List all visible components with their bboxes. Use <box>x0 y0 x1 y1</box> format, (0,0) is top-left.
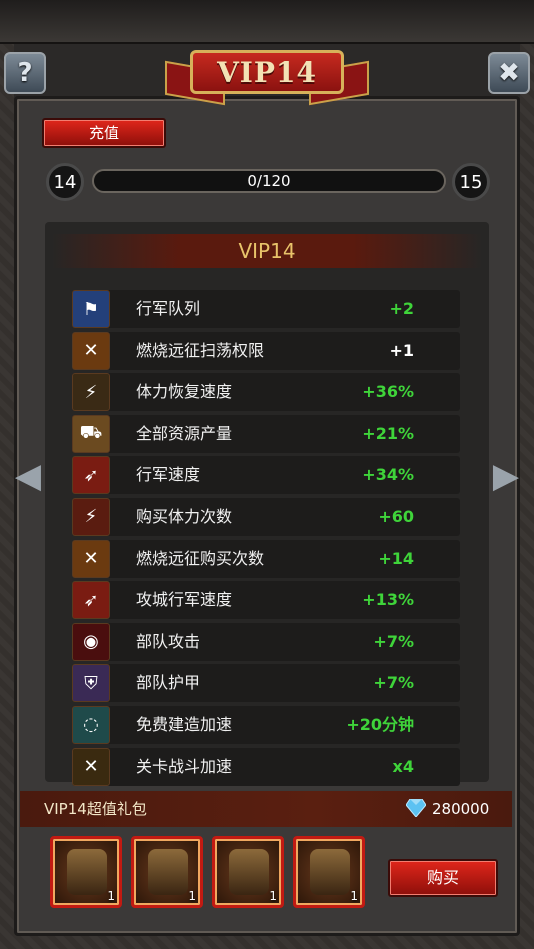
diamond-icon <box>406 799 426 817</box>
privilege-label: 燃烧远征扫荡权限 <box>136 340 265 360</box>
privilege-value: +2 <box>389 299 414 318</box>
build-speedup-icon: ◌ <box>72 705 110 744</box>
privilege-row: ➶ 行军速度 +34% <box>72 456 460 495</box>
gift-price: 280000 <box>432 800 490 818</box>
privilege-value: +14 <box>378 548 414 568</box>
privilege-row: ⛨ 部队护甲 +7% <box>72 664 460 703</box>
gift-bar: VIP14超值礼包 280000 <box>20 791 512 827</box>
privilege-value: +7% <box>373 673 414 693</box>
privilege-label: 全部资源产量 <box>136 423 233 443</box>
troop-armor-icon: ⛨ <box>72 664 110 703</box>
chevron-right-icon: ▶ <box>492 456 520 496</box>
privilege-label: 行军速度 <box>136 465 201 485</box>
chevron-left-icon: ◀ <box>14 456 42 496</box>
helmet-item[interactable]: 1 <box>50 836 122 908</box>
privilege-row: ⚑ 行军队列 +2 <box>72 290 460 328</box>
privilege-value: +36% <box>362 382 414 402</box>
gauntlet-item[interactable]: 1 <box>293 836 365 908</box>
privilege-row: ⚡ 购买体力次数 +60 <box>72 497 460 536</box>
panel-title: VIP14 <box>52 234 482 268</box>
question-icon: ? <box>17 58 33 88</box>
close-button[interactable]: ✖ <box>488 52 530 94</box>
privilege-label: 部队护甲 <box>136 673 201 693</box>
page-title: VIP14 <box>190 50 344 94</box>
privilege-label: 购买体力次数 <box>136 506 233 526</box>
privilege-row: ◌ 免费建造加速 +20分钟 <box>72 705 460 744</box>
march-queue-icon: ⚑ <box>72 290 110 328</box>
privilege-row: ➶ 攻城行军速度 +13% <box>72 581 460 620</box>
vip-progress-bar: 0/120 <box>92 169 446 193</box>
privilege-value: x4 <box>392 756 414 776</box>
help-button[interactable]: ? <box>4 52 46 94</box>
privilege-value: +7% <box>373 631 414 651</box>
recharge-button[interactable]: 充值 <box>42 118 166 148</box>
march-speed-icon: ➶ <box>72 456 110 495</box>
item-count: 1 <box>269 889 277 903</box>
privilege-value: +60 <box>378 506 414 526</box>
top-bar <box>0 0 534 44</box>
privilege-label: 免费建造加速 <box>136 714 233 734</box>
privilege-value: +1 <box>389 340 414 360</box>
stamina-recovery-icon: ⚡ <box>72 373 110 412</box>
item-count: 1 <box>188 889 196 903</box>
privilege-label: 部队攻击 <box>136 631 201 651</box>
next-level-badge: 15 <box>452 163 490 201</box>
progress-text: 0/120 <box>247 172 291 190</box>
current-level-badge: 14 <box>46 163 84 201</box>
privilege-value: +34% <box>362 465 414 485</box>
privilege-label: 攻城行军速度 <box>136 590 233 610</box>
privilege-row: ⛟ 全部资源产量 +21% <box>72 414 460 453</box>
privilege-row: ✕ 燃烧远征扫荡权限 +1 <box>72 331 460 370</box>
resource-cart-icon: ⛟ <box>72 414 110 453</box>
privilege-label: 体力恢复速度 <box>136 382 233 402</box>
chest-armor-item[interactable]: 1 <box>131 836 203 908</box>
siege-speed-icon: ➶ <box>72 581 110 620</box>
gift-title: VIP14超值礼包 <box>44 800 147 818</box>
privilege-label: 行军队列 <box>136 299 201 318</box>
buy-button[interactable]: 购买 <box>388 859 498 897</box>
privilege-value: +21% <box>362 423 414 443</box>
privilege-row: ◉ 部队攻击 +7% <box>72 622 460 661</box>
chest-armor-icon <box>148 849 188 895</box>
privileges-list: ⚑ 行军队列 +2 ✕ 燃烧远征扫荡权限 +1 ⚡ 体力恢复速度 +36% ⛟ 全部资源产量 +21%… <box>72 290 460 789</box>
shoulder-armor-item[interactable]: 1 <box>212 836 284 908</box>
privilege-row: ✕ 关卡战斗加速 x4 <box>72 747 460 786</box>
item-count: 1 <box>350 889 358 903</box>
item-count: 1 <box>107 889 115 903</box>
privilege-label: 关卡战斗加速 <box>136 756 233 776</box>
helmet-icon <box>67 849 107 895</box>
privilege-row: ⚡ 体力恢复速度 +36% <box>72 373 460 412</box>
buy-stamina-icon: ⚡ <box>72 497 110 536</box>
privilege-value: +20分钟 <box>346 714 414 734</box>
privilege-row: ✕ 燃烧远征购买次数 +14 <box>72 539 460 578</box>
close-icon: ✖ <box>498 58 520 88</box>
next-vip-arrow[interactable]: ▶ <box>488 456 524 496</box>
gauntlet-icon <box>310 849 350 895</box>
privilege-value: +13% <box>362 590 414 610</box>
troop-attack-icon: ◉ <box>72 622 110 661</box>
privilege-label: 燃烧远征购买次数 <box>136 548 265 568</box>
shoulder-armor-icon <box>229 849 269 895</box>
prev-vip-arrow[interactable]: ◀ <box>10 456 46 496</box>
crossed-swords-icon: ✕ <box>72 747 110 786</box>
axes-plus-icon: ✕ <box>72 539 110 578</box>
axes-icon: ✕ <box>72 331 110 370</box>
